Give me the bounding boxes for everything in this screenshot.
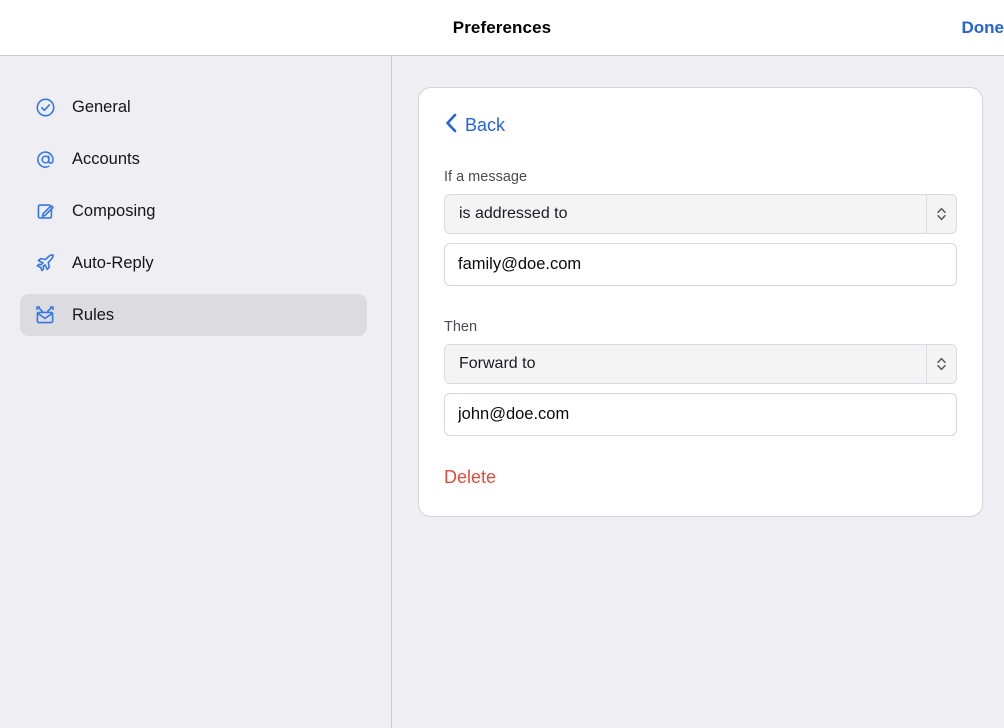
paper-plane-icon (34, 252, 56, 274)
envelope-rules-icon (34, 304, 56, 326)
done-button[interactable]: Done (962, 18, 1004, 38)
action-value-input[interactable] (444, 393, 957, 436)
content-area: General Accounts Composing Auto-Reply Ru… (0, 56, 1004, 728)
delete-button[interactable]: Delete (444, 467, 496, 488)
sidebar-item-label: General (72, 97, 131, 116)
at-sign-icon (34, 148, 56, 170)
sidebar-item-composing[interactable]: Composing (20, 190, 367, 232)
sidebar-item-auto-reply[interactable]: Auto-Reply (20, 242, 367, 284)
action-select[interactable]: Forward to (444, 344, 957, 384)
chevron-left-icon (444, 112, 458, 139)
sidebar-item-general[interactable]: General (20, 86, 367, 128)
titlebar: Preferences Done (0, 0, 1004, 56)
compose-square-pencil-icon (34, 200, 56, 222)
condition-select-value: is addressed to (459, 205, 568, 222)
main-pane: Back If a message is addressed to family… (392, 56, 1004, 728)
condition-value-input[interactable] (444, 243, 957, 286)
sidebar-item-label: Auto-Reply (72, 253, 154, 272)
page-title: Preferences (452, 17, 552, 37)
condition-select[interactable]: is addressed to (444, 194, 957, 234)
back-label: Back (465, 115, 506, 135)
check-circle-icon (34, 96, 56, 118)
sidebar-item-label: Rules (72, 305, 115, 324)
sidebar-item-label: Composing (72, 201, 156, 220)
condition-group: If a message is addressed to (444, 169, 957, 286)
action-select-value: Forward to (459, 355, 536, 372)
back-button[interactable]: Back (444, 112, 505, 139)
sidebar-item-rules[interactable]: Rules (20, 294, 367, 336)
condition-label: If a message (444, 169, 528, 185)
action-group: Then Forward to (444, 319, 957, 436)
sidebar: General Accounts Composing Auto-Reply Ru… (0, 56, 392, 728)
updown-chevrons-icon (926, 195, 947, 233)
sidebar-item-label: Accounts (72, 149, 140, 168)
updown-chevrons-icon (926, 345, 947, 383)
action-label: Then (444, 319, 478, 335)
sidebar-item-accounts[interactable]: Accounts (20, 138, 367, 180)
rule-editor-card: Back If a message is addressed to family… (418, 87, 983, 517)
